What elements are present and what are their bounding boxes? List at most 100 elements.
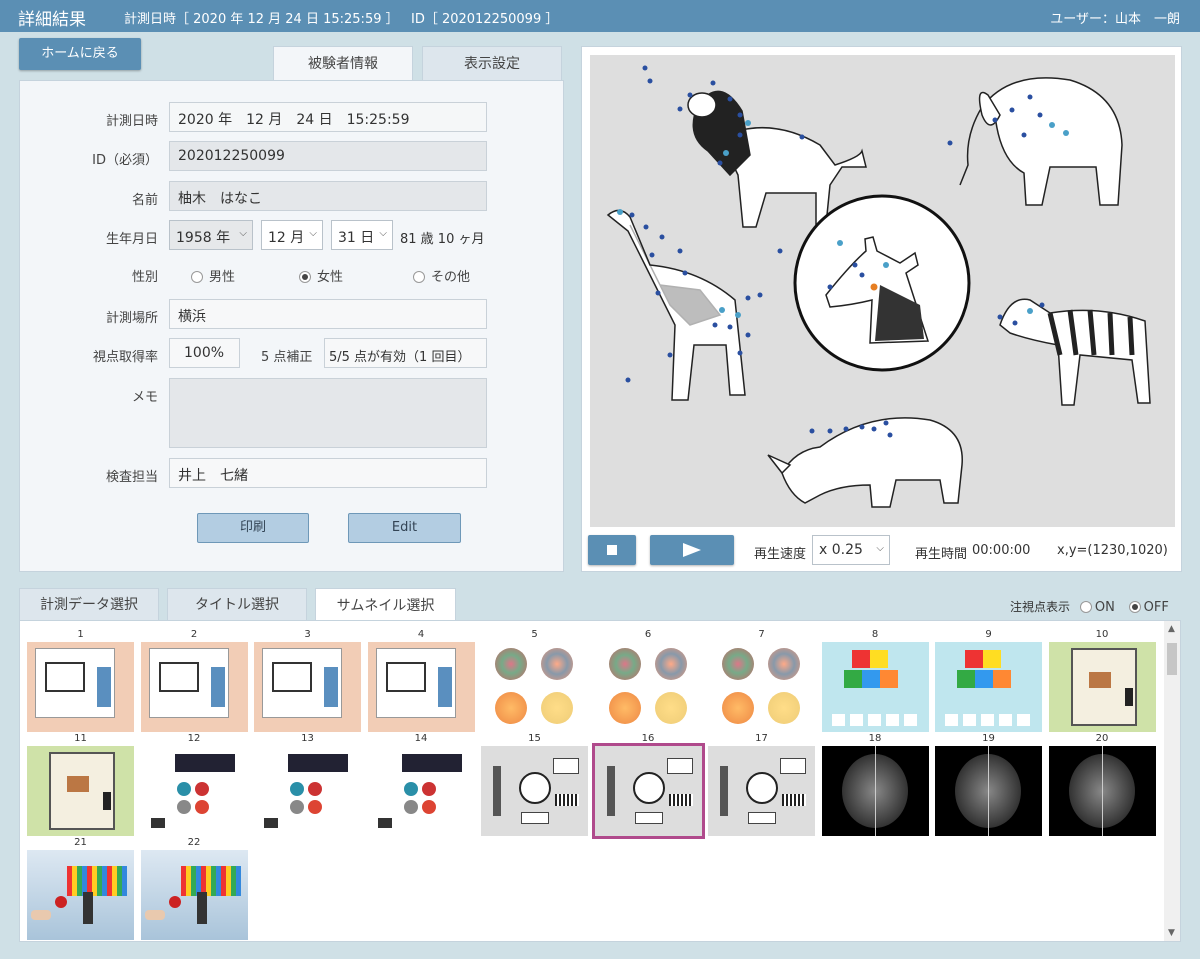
thumbnail-image — [140, 746, 248, 836]
playback-viewer: 再生速度 x 0.25 ⌵ 再生時間 00:00:00 x,y=(1230,102… — [581, 46, 1182, 572]
thumbnail-item[interactable]: 6 — [594, 629, 702, 732]
gender-female-radio[interactable]: 女性 — [299, 266, 343, 285]
target-circle — [793, 194, 971, 372]
staff-field[interactable]: 井上 七緒 — [169, 458, 487, 488]
age-display: 81 歳 10 ヶ月 — [400, 232, 485, 247]
tab-thumbnail-select[interactable]: サムネイル選択 — [315, 588, 456, 622]
memo-field[interactable] — [169, 378, 487, 448]
gender-label: 性別 — [131, 270, 158, 285]
radio-selected-icon — [1128, 601, 1141, 613]
gender-female-label: 女性 — [317, 270, 344, 285]
thumbnail-image — [27, 850, 134, 940]
id-field[interactable]: 202012250099 — [169, 141, 487, 171]
thumbnail-image — [367, 746, 475, 836]
thumbnail-image — [367, 642, 475, 732]
thumbnail-item[interactable]: 5 — [481, 629, 588, 732]
play-button[interactable] — [650, 535, 734, 565]
birth-year-select[interactable]: 1958 年 ⌵ — [169, 220, 253, 250]
birth-day-select[interactable]: 31 日 ⌵ — [331, 220, 393, 250]
thumbnail-image — [140, 642, 248, 732]
thumbnail-image — [254, 746, 361, 836]
tab-data-select[interactable]: 計測データ選択 — [19, 588, 159, 621]
stop-icon — [607, 545, 617, 555]
place-field[interactable]: 横浜 — [169, 299, 487, 329]
thumbnail-image — [1048, 642, 1156, 732]
thumbnail-item[interactable]: 16 — [591, 733, 705, 839]
radio-icon — [191, 271, 203, 283]
tab-title-select[interactable]: タイトル選択 — [167, 588, 307, 621]
thumbnail-item[interactable]: 10 — [1048, 629, 1156, 732]
tab-display-settings[interactable]: 表示設定 — [422, 46, 562, 80]
thumbnail-image — [591, 743, 705, 839]
scroll-down-icon[interactable]: ▼ — [1168, 928, 1175, 938]
thumbnail-item[interactable]: 11 — [27, 733, 134, 836]
name-field[interactable]: 柚木 はなこ — [169, 181, 487, 211]
thumbnail-item[interactable]: 20 — [1048, 733, 1156, 836]
thumbnail-scrollbar[interactable]: ▲ ▼ — [1164, 621, 1180, 941]
thumbnail-number: 2 — [190, 629, 198, 640]
thumbnail-item[interactable]: 15 — [481, 733, 588, 836]
thumbnail-item[interactable]: 17 — [708, 733, 815, 836]
birth-year-value: 1958 年 — [176, 230, 231, 246]
gaze-off-radio[interactable]: OFF — [1128, 600, 1169, 615]
gender-male-radio[interactable]: 男性 — [191, 266, 235, 285]
coordinate-readout: x,y=(1230,1020) — [1057, 543, 1168, 558]
datetime-field[interactable]: 2020 年 12 月 24 日 15:25:59 — [169, 102, 487, 132]
playback-controls: 再生速度 x 0.25 ⌵ 再生時間 00:00:00 x,y=(1230,102… — [582, 527, 1181, 571]
thumbnail-item[interactable]: 2 — [140, 629, 248, 732]
thumbnail-item[interactable]: 18 — [821, 733, 929, 836]
scroll-up-icon[interactable]: ▲ — [1168, 624, 1175, 634]
staff-label: 検査担当 — [105, 470, 158, 485]
birth-day-value: 31 日 — [338, 230, 375, 246]
rate-label: 視点取得率 — [92, 350, 158, 365]
thumbnail-item[interactable]: 12 — [140, 733, 248, 836]
scroll-thumb[interactable] — [1167, 643, 1177, 675]
thumbnail-item[interactable]: 8 — [821, 629, 929, 732]
thumbnail-image — [594, 642, 702, 732]
name-label: 名前 — [131, 193, 158, 208]
thumbnail-number: 18 — [868, 733, 882, 744]
gender-other-radio[interactable]: その他 — [413, 266, 470, 285]
print-button[interactable]: 印刷 — [197, 513, 309, 543]
chevron-down-icon: ⌵ — [876, 543, 884, 554]
thumbnail-item[interactable]: 19 — [935, 733, 1042, 836]
datetime-display: 計測日時［ 2020 年 12 月 24 日 15:25:59 ］ — [124, 12, 399, 27]
birth-month-select[interactable]: 12 月 ⌵ — [261, 220, 323, 250]
speed-value: x 0.25 — [819, 542, 863, 558]
thumbnail-number: 5 — [531, 629, 538, 640]
thumbnail-item[interactable]: 14 — [367, 733, 475, 836]
calibration-label: 5 点補正 — [261, 350, 313, 365]
stimulus-canvas[interactable] — [590, 55, 1175, 567]
thumbnail-image — [481, 642, 588, 732]
edit-button[interactable]: Edit — [348, 513, 461, 543]
gender-other-label: その他 — [431, 270, 471, 285]
place-label: 計測場所 — [105, 311, 158, 326]
thumbnail-image — [708, 746, 815, 836]
thumbnail-item[interactable]: 3 — [254, 629, 361, 732]
birthdate-label: 生年月日 — [105, 232, 158, 247]
datetime-label: 計測日時 — [105, 114, 158, 129]
tab-subject-info[interactable]: 被験者情報 — [273, 46, 413, 81]
thumbnail-item[interactable]: 13 — [254, 733, 361, 836]
thumbnail-image — [140, 850, 248, 940]
stop-button[interactable] — [588, 535, 636, 565]
speed-select[interactable]: x 0.25 ⌵ — [812, 535, 890, 565]
thumbnail-image — [27, 746, 134, 836]
thumbnail-image — [27, 642, 134, 732]
thumbnail-item[interactable]: 1 — [27, 629, 134, 732]
thumbnail-item[interactable]: 22 — [140, 837, 248, 940]
home-button[interactable]: ホームに戻る — [19, 38, 141, 70]
thumbnail-item[interactable]: 21 — [27, 837, 134, 940]
thumbnail-item[interactable]: 9 — [935, 629, 1042, 732]
radio-icon — [413, 271, 425, 283]
thumbnail-number: 20 — [1095, 733, 1109, 744]
speed-label: 再生速度 — [754, 547, 807, 562]
rate-field: 100% — [169, 338, 240, 368]
gaze-on-radio[interactable]: ON — [1079, 600, 1115, 615]
thumbnail-item[interactable]: 4 — [367, 629, 475, 732]
thumbnail-item[interactable]: 7 — [708, 629, 815, 732]
giraffe-illustration — [606, 209, 746, 401]
chevron-down-icon: ⌵ — [309, 228, 317, 239]
gender-male-label: 男性 — [209, 270, 236, 285]
thumbnail-image — [1048, 746, 1156, 836]
